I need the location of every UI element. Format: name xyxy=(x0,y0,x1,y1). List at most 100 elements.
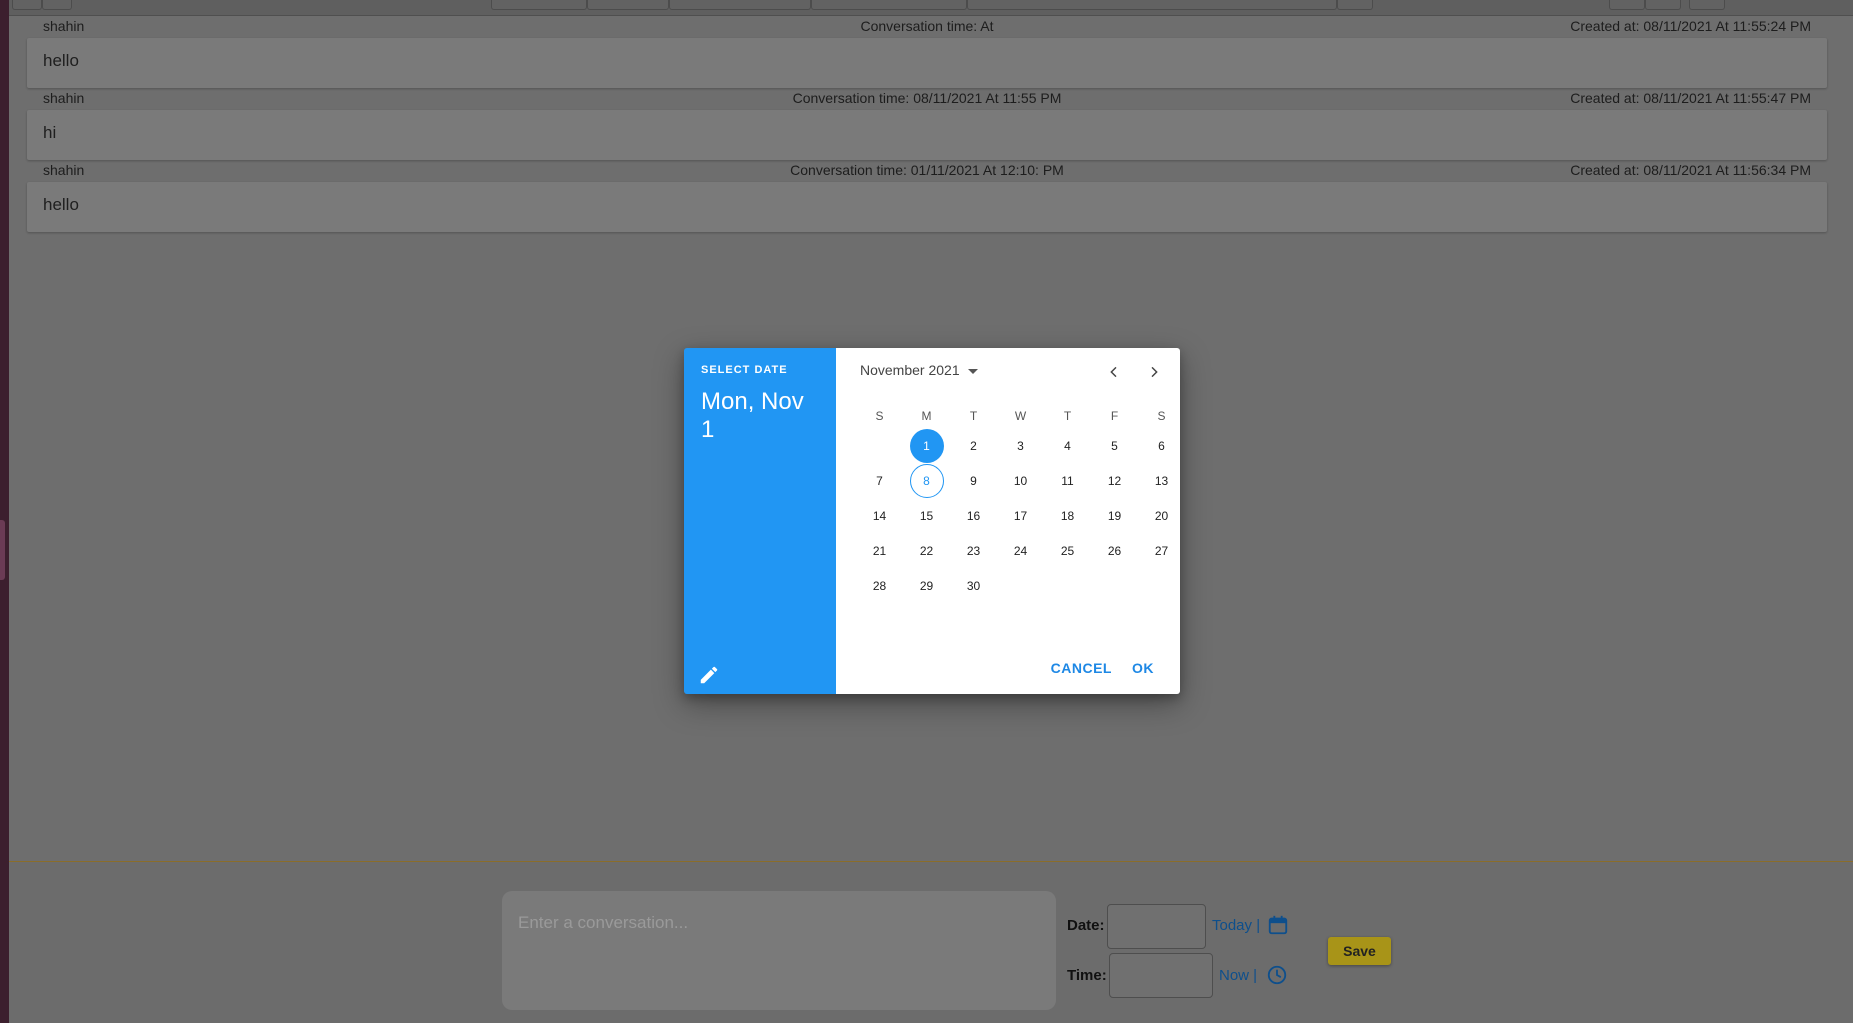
conversation-created-at: Created at: 08/11/2021 At 11:55:47 PM xyxy=(1570,90,1811,106)
toolbar-button[interactable] xyxy=(42,0,72,10)
time-field[interactable] xyxy=(1109,953,1213,998)
toolbar-button[interactable] xyxy=(669,0,811,10)
calendar-day-cell: 12 xyxy=(1091,463,1138,498)
chevron-right-icon xyxy=(1151,366,1158,378)
save-button[interactable]: Save xyxy=(1328,937,1391,965)
date-picker-header: SELECT DATE Mon, Nov 1 xyxy=(684,348,836,694)
toolbar-button[interactable] xyxy=(12,0,42,10)
dock-handle[interactable] xyxy=(0,520,5,580)
weekday-header-row: SMTWTFS xyxy=(856,406,1180,426)
calendar-day[interactable]: 21 xyxy=(863,534,897,568)
calendar-day[interactable]: 12 xyxy=(1098,464,1132,498)
toolbar-button[interactable] xyxy=(491,0,587,10)
dialog-actions: CANCEL OK xyxy=(1041,658,1164,678)
calendar-day-cell: 26 xyxy=(1091,533,1138,568)
calendar-day[interactable]: 25 xyxy=(1051,534,1085,568)
now-link[interactable]: Now | xyxy=(1219,967,1257,984)
calendar-day[interactable]: 14 xyxy=(863,499,897,533)
calendar-day-cell: 7 xyxy=(856,463,903,498)
toolbar-button[interactable] xyxy=(1609,0,1645,10)
toolbar-button[interactable] xyxy=(811,0,967,10)
calendar-day-cell: 20 xyxy=(1138,498,1180,533)
conversation-text[interactable]: hello xyxy=(27,182,1827,232)
time-label: Time: xyxy=(1067,967,1107,984)
weekday-label: T xyxy=(969,409,978,423)
calendar-day[interactable]: 7 xyxy=(863,464,897,498)
calendar-day-cell: 27 xyxy=(1138,533,1180,568)
cancel-button[interactable]: CANCEL xyxy=(1041,658,1122,678)
calendar-day[interactable]: 4 xyxy=(1051,429,1085,463)
weekday-label: M xyxy=(921,409,932,423)
calendar-day[interactable]: 3 xyxy=(1004,429,1038,463)
calendar-day-cell: 25 xyxy=(1044,533,1091,568)
calendar-empty-cell xyxy=(997,568,1044,603)
calendar-day[interactable]: 26 xyxy=(1098,534,1132,568)
calendar-day[interactable]: 5 xyxy=(1098,429,1132,463)
calendar-day[interactable]: 11 xyxy=(1051,464,1085,498)
selected-date-display: Mon, Nov 1 xyxy=(701,388,804,443)
select-date-label: SELECT DATE xyxy=(701,364,788,376)
calendar-day-cell: 23 xyxy=(950,533,997,568)
calendar-day[interactable]: 29 xyxy=(910,569,944,603)
toolbar-button[interactable] xyxy=(587,0,669,10)
date-picker-calendar: November 2021 S M T W T F S 1 2 3 4 5 6 7 8 9 10 11 12 13 14… xyxy=(836,348,1180,694)
date-picker-dialog: SELECT DATE Mon, Nov 1 November 2021 S M T… xyxy=(684,348,1180,694)
selected-day[interactable]: 1 xyxy=(909,428,944,463)
calendar-day[interactable]: 18 xyxy=(1051,499,1085,533)
conversation-input[interactable]: Enter a conversation... xyxy=(502,891,1056,1010)
calendar-day[interactable]: 6 xyxy=(1145,429,1179,463)
date-label: Date: xyxy=(1067,917,1105,934)
previous-month-button[interactable] xyxy=(1102,360,1126,384)
calendar-day[interactable]: 13 xyxy=(1145,464,1179,498)
calendar-day[interactable]: 19 xyxy=(1098,499,1132,533)
calendar-day-cell: 16 xyxy=(950,498,997,533)
calendar-day-cell: 5 xyxy=(1091,428,1138,463)
ok-button[interactable]: OK xyxy=(1122,658,1164,678)
toolbar-field[interactable] xyxy=(967,0,1337,10)
month-year-selector[interactable]: November 2021 xyxy=(860,362,978,378)
calendar-day-cell: 1 xyxy=(903,428,950,463)
calendar-day[interactable]: 17 xyxy=(1004,499,1038,533)
calendar-day[interactable]: 22 xyxy=(910,534,944,568)
calendar-day-cell: 14 xyxy=(856,498,903,533)
calendar-day[interactable]: 20 xyxy=(1145,499,1179,533)
calendar-day-cell: 17 xyxy=(997,498,1044,533)
calendar-day-cell: 29 xyxy=(903,568,950,603)
calendar-day[interactable]: 28 xyxy=(863,569,897,603)
calendar-grid: S M T W T F S 1 2 3 4 5 6 7 8 9 10 11 12 13 14 15 16 17 18 19 20 21… xyxy=(856,406,1180,603)
composer: Enter a conversation... Date: Today | Ti… xyxy=(9,862,1853,1023)
date-field[interactable] xyxy=(1107,904,1206,949)
pencil-icon[interactable] xyxy=(698,664,720,686)
calendar-day-cell: 3 xyxy=(997,428,1044,463)
calendar-day[interactable]: 16 xyxy=(957,499,991,533)
calendar-icon[interactable] xyxy=(1267,914,1289,941)
calendar-day[interactable]: 27 xyxy=(1145,534,1179,568)
today-day[interactable]: 8 xyxy=(909,463,944,498)
toolbar-button[interactable] xyxy=(1337,0,1373,10)
calendar-day[interactable]: 30 xyxy=(957,569,991,603)
calendar-day[interactable]: 10 xyxy=(1004,464,1038,498)
conversation-time: Conversation time: 08/11/2021 At 11:55 P… xyxy=(792,90,1062,106)
calendar-day[interactable]: 23 xyxy=(957,534,991,568)
calendar-day[interactable]: 2 xyxy=(957,429,991,463)
calendar-day-cell: 22 xyxy=(903,533,950,568)
calendar-day[interactable]: 15 xyxy=(910,499,944,533)
conversation-meta: shahin Conversation time: 08/11/2021 At … xyxy=(27,88,1827,110)
clock-icon[interactable] xyxy=(1266,964,1288,991)
toolbar-button[interactable] xyxy=(1645,0,1681,10)
calendar-day-cell: 15 xyxy=(903,498,950,533)
calendar-day[interactable]: 9 xyxy=(957,464,991,498)
next-month-button[interactable] xyxy=(1142,360,1166,384)
today-link[interactable]: Today | xyxy=(1212,917,1260,934)
conversation-text[interactable]: hi xyxy=(27,110,1827,160)
calendar-day-cell: 11 xyxy=(1044,463,1091,498)
conversation-text[interactable]: hello xyxy=(27,38,1827,88)
month-year-label: November 2021 xyxy=(860,362,960,378)
calendar-day-cell: 8 xyxy=(903,463,950,498)
toolbar-button[interactable] xyxy=(1689,0,1725,10)
calendar-day[interactable]: 24 xyxy=(1004,534,1038,568)
calendar-day-cell: 10 xyxy=(997,463,1044,498)
conversation-meta: shahin Conversation time: 01/11/2021 At … xyxy=(27,160,1827,182)
calendar-week-row: 14 15 16 17 18 19 20 xyxy=(856,498,1180,533)
conversation-item: shahin Conversation time: At Created at:… xyxy=(27,16,1827,88)
